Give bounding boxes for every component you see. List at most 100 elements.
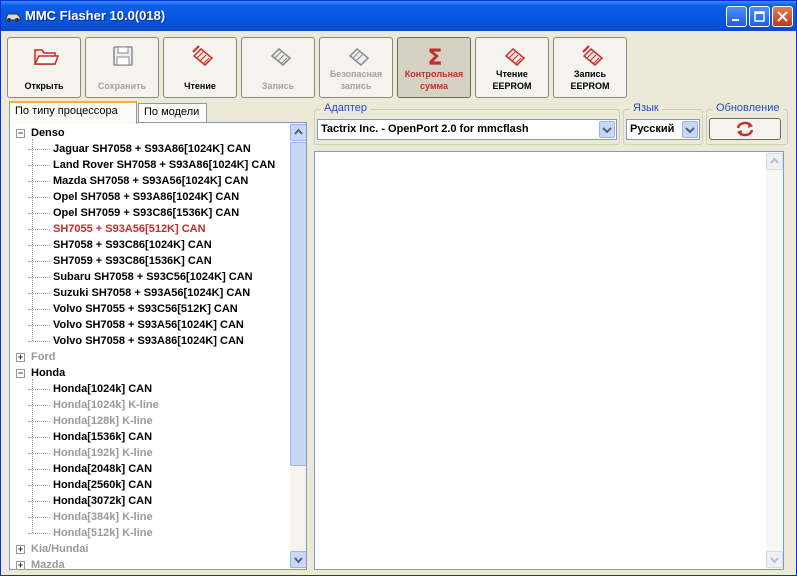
maximize-button[interactable] (749, 6, 770, 27)
tree-item[interactable]: Volvo SH7055 + S93C56[512K] CAN (28, 301, 238, 317)
tree-item[interactable]: Honda[192k] K-line (28, 445, 153, 461)
write-label: Запись (261, 81, 295, 91)
main-window: MMC Flasher 10.0(018) Открыть Сохранить … (0, 0, 797, 576)
read-eeprom-label: Чтение EEPROM (492, 69, 532, 91)
tree-node-label: Kia/Hundai (31, 543, 89, 555)
read-eeprom-button[interactable]: Чтение EEPROM (475, 37, 549, 98)
log-scrollbar[interactable] (766, 152, 783, 569)
tree-node-label: Honda[384k] K-line (53, 511, 153, 523)
close-button[interactable] (772, 6, 793, 27)
tree-item[interactable]: Honda[3072k] CAN (28, 493, 153, 509)
language-select[interactable]: Русский (626, 119, 700, 140)
expand-icon[interactable]: + (16, 544, 25, 554)
checksum-button[interactable]: Σ Контрольная сумма (397, 37, 471, 98)
tree-item[interactable]: SH7058 + S93C86[1024K] CAN (28, 237, 212, 253)
language-value: Русский (630, 123, 675, 135)
adapter-select[interactable]: Tactrix Inc. - OpenPort 2.0 for mmcflash (317, 119, 617, 140)
tree-item[interactable]: Jaguar SH7058 + S93A86[1024K] CAN (28, 141, 251, 157)
tree-item[interactable]: Honda[1024k] K-line (28, 397, 159, 413)
write-eeprom-label: Запись EEPROM (570, 69, 610, 91)
save-floppy-icon (113, 46, 133, 66)
tree-item[interactable]: Subaru SH7058 + S93C56[1024K] CAN (28, 269, 253, 285)
chevron-down-icon (685, 127, 695, 134)
tree-item[interactable]: Honda[1536k] CAN (28, 429, 152, 445)
tree-node-label: Honda[1024k] K-line (53, 399, 159, 411)
tab-by-model[interactable]: По модели (138, 103, 207, 123)
open-label: Открыть (24, 81, 64, 91)
tree-category[interactable]: − Denso (16, 125, 65, 141)
tree-item[interactable]: SH7055 + S93A56[512K] CAN (28, 221, 206, 237)
chevron-up-icon (770, 157, 779, 164)
refresh-button[interactable] (709, 118, 781, 140)
tree-scrollbar[interactable] (290, 123, 306, 569)
tree-node-label: Mazda (31, 559, 65, 570)
log-scroll-down-button[interactable] (766, 551, 783, 568)
tree-connector (28, 341, 50, 342)
scroll-up-button[interactable] (290, 124, 306, 141)
write-button[interactable]: Запись (241, 37, 315, 98)
tree-item[interactable]: Honda[128k] K-line (28, 413, 153, 429)
language-dropdown-button[interactable] (682, 121, 698, 138)
tree-node-label: Honda[192k] K-line (53, 447, 153, 459)
safe-write-button[interactable]: Безопасная запись (319, 37, 393, 98)
tree-category[interactable]: + Mazda (16, 557, 65, 570)
tree-branch-line (32, 379, 33, 533)
read-label: Чтение (184, 81, 216, 91)
tree-node-label: Honda[2560k] CAN (53, 479, 153, 491)
tree-item[interactable]: Honda[512k] K-line (28, 525, 153, 541)
write-eeprom-button[interactable]: Запись EEPROM (553, 37, 627, 98)
open-folder-icon (33, 49, 60, 65)
tab-by-processor[interactable]: По типу процессора (9, 101, 137, 124)
write-eeprom-icon (582, 45, 604, 67)
save-button[interactable]: Сохранить (85, 37, 159, 98)
minimize-icon (732, 19, 739, 21)
tree-item[interactable]: Opel SH7059 + S93C86[1536K] CAN (28, 205, 239, 221)
tree-node-label: Ford (31, 351, 56, 363)
tree-item[interactable]: Honda[1024k] CAN (28, 381, 153, 397)
write-chip-icon (270, 47, 292, 67)
tree-node-label: Honda[3072k] CAN (53, 495, 153, 507)
log-scroll-up-button[interactable] (766, 153, 783, 170)
expand-icon[interactable]: + (16, 560, 25, 569)
scroll-down-button[interactable] (290, 551, 306, 568)
expand-icon[interactable]: + (16, 352, 25, 362)
tree-category[interactable]: + Kia/Hundai (16, 541, 88, 557)
tree-item[interactable]: SH7059 + S93C86[1536K] CAN (28, 253, 212, 269)
tree-item[interactable]: Volvo SH7058 + S93A86[1024K] CAN (28, 333, 244, 349)
tree-item[interactable]: Suzuki SH7058 + S93A56[1024K] CAN (28, 285, 251, 301)
read-button[interactable]: Чтение (163, 37, 237, 98)
scroll-thumb[interactable] (290, 142, 306, 466)
ecu-tree[interactable]: − Denso Jaguar SH7058 + S93A86[1024K] CAN L… (9, 122, 307, 570)
minimize-button[interactable] (726, 6, 747, 27)
tree-item[interactable]: Mazda SH7058 + S93A56[1024K] CAN (28, 173, 248, 189)
refresh-icon (736, 121, 754, 137)
tree-node-label: Volvo SH7058 + S93A86[1024K] CAN (53, 335, 244, 347)
tree-node-label: SH7059 + S93C86[1536K] CAN (53, 255, 212, 267)
tree-branch-line (32, 139, 33, 341)
tree-node-label: Honda[2048k] CAN (53, 463, 153, 475)
tree-item[interactable]: Volvo SH7058 + S93A56[1024K] CAN (28, 317, 244, 333)
tree-item[interactable]: Honda[2560k] CAN (28, 477, 153, 493)
maximize-icon (754, 11, 765, 22)
adapter-dropdown-button[interactable] (599, 121, 615, 138)
tree-item[interactable]: Opel SH7058 + S93A86[1024K] CAN (28, 189, 240, 205)
tree-category[interactable]: − Honda (16, 365, 65, 381)
tree-node-label: Land Rover SH7058 + S93A86[1024K] CAN (53, 159, 276, 171)
tree-node-label: Honda[1024k] CAN (53, 383, 153, 395)
tree-item[interactable]: Land Rover SH7058 + S93A86[1024K] CAN (28, 157, 276, 173)
log-output[interactable] (314, 151, 784, 570)
safe-write-chip-icon (348, 47, 370, 67)
tree-node-label: Subaru SH7058 + S93C56[1024K] CAN (53, 271, 253, 283)
tree-category[interactable]: + Ford (16, 349, 55, 365)
collapse-icon[interactable]: − (16, 368, 25, 378)
tree-node-label: Opel SH7058 + S93A86[1024K] CAN (53, 191, 240, 203)
open-button[interactable]: Открыть (7, 37, 81, 98)
update-group-label: Обновление (713, 102, 783, 114)
title-bar[interactable]: MMC Flasher 10.0(018) (1, 1, 796, 31)
tree-item[interactable]: Honda[2048k] CAN (28, 461, 153, 477)
checksum-label: Контрольная сумма (404, 69, 464, 91)
tree-node-label: Honda (31, 367, 66, 379)
collapse-icon[interactable]: − (16, 128, 25, 138)
tree-item[interactable]: Honda[384k] K-line (28, 509, 153, 525)
tree-node-label: Suzuki SH7058 + S93A56[1024K] CAN (53, 287, 251, 299)
